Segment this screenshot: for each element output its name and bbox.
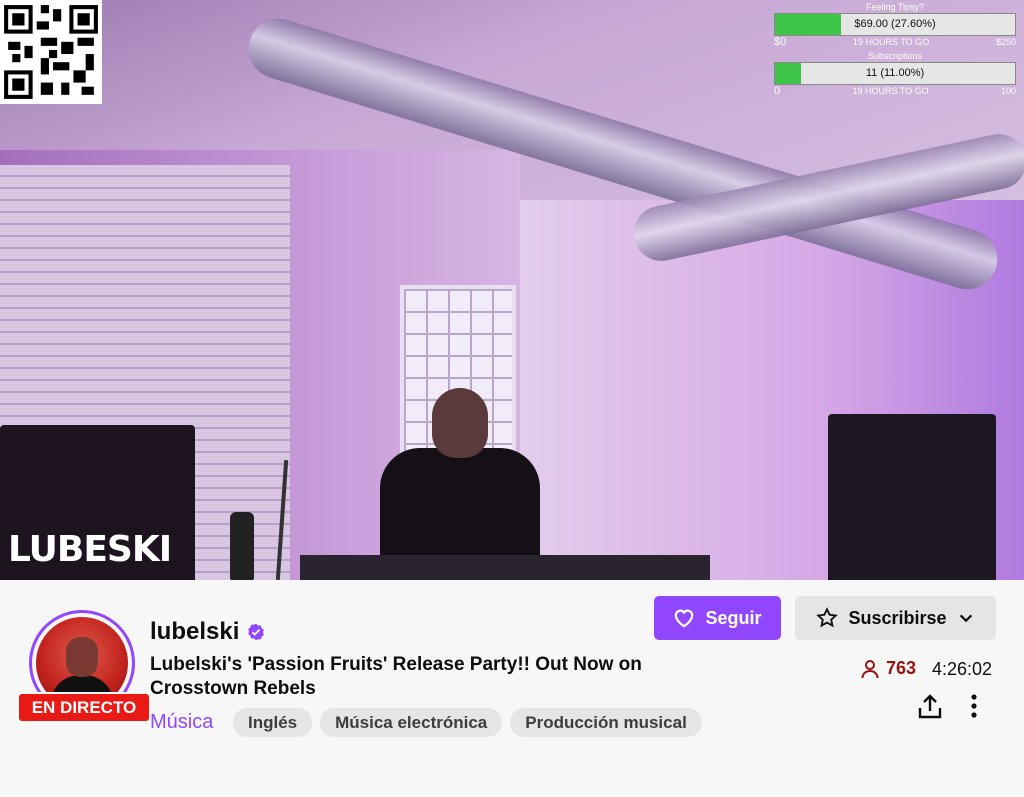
avatar-face (66, 637, 98, 677)
dj-head (432, 388, 488, 458)
stream-title: Lubelski's 'Passion Fruits' Release Part… (150, 654, 642, 699)
goal-bar: 11 (11.00%) (774, 62, 1016, 85)
channel-name[interactable]: lubelski (150, 618, 239, 646)
goal-title: Feeling Tipsy? (865, 2, 925, 12)
channel-info-panel: EN DIRECTO lubelski Lubelski's 'Passion … (0, 580, 1024, 797)
subscribe-button[interactable]: Suscribirse (795, 596, 996, 640)
more-vertical-icon[interactable] (962, 692, 986, 722)
category-link[interactable]: Música (150, 711, 213, 734)
goal-text: 11 (11.00%) (865, 67, 925, 79)
goal-footer: $0 19 HOURS TO GO $250 (774, 36, 1016, 48)
lubeski-logo: LUBESKI (8, 530, 188, 570)
star-icon (816, 607, 839, 628)
goal-end: 100 (1000, 86, 1016, 96)
tip-goal-widget: Feeling Tipsy? $69.00 (27.60%) $0 19 HOU… (774, 2, 1016, 48)
uptime: 4:26:02 (932, 659, 993, 679)
qr-code-icon (0, 0, 102, 104)
logo-text: LUBESKI (8, 529, 172, 570)
goal-bar: $69.00 (27.60%) (774, 13, 1016, 36)
video-player[interactable]: LUBESKI Feeling Tipsy? $69.00 (27.60%) $… (0, 0, 1024, 580)
follow-label: Seguir (705, 607, 762, 628)
goal-remaining: 19 HOURS TO GO (852, 86, 929, 96)
goal-start: 0 (774, 85, 781, 97)
chevron-down-icon (959, 614, 972, 623)
verified-icon (248, 623, 265, 641)
tag-musica-electronica[interactable]: Música electrónica (320, 708, 503, 737)
goal-text: $69.00 (27.60%) (854, 18, 936, 30)
goal-end: $250 (995, 37, 1016, 47)
viewer-count: 763 (860, 658, 916, 679)
live-badge: EN DIRECTO (17, 692, 151, 723)
person-icon (861, 659, 879, 678)
speaker-right (828, 414, 996, 580)
tag-produccion-musical[interactable]: Producción musical (510, 708, 702, 737)
goal-remaining: 19 HOURS TO GO (853, 37, 930, 47)
follow-button[interactable]: Seguir (654, 596, 781, 640)
heart-icon (675, 609, 694, 628)
channel-name-row: lubelski (150, 618, 265, 646)
tag-ingles[interactable]: Inglés (233, 708, 313, 737)
tag-list: Inglés Música electrónica Producción mus… (233, 708, 702, 737)
goal-start: $0 (774, 36, 787, 48)
subscription-goal-widget: Subscriptions 11 (11.00%) 0 19 HOURS TO … (774, 51, 1016, 97)
subscribe-label: Suscribirse (848, 607, 947, 628)
goal-footer: 0 19 HOURS TO GO 100 (774, 85, 1016, 97)
water-bottle (230, 512, 254, 580)
goal-title: Subscriptions (867, 51, 923, 61)
share-icon[interactable] (915, 692, 945, 722)
dj-deck (300, 555, 710, 580)
viewer-count-value: 763 (886, 658, 917, 678)
